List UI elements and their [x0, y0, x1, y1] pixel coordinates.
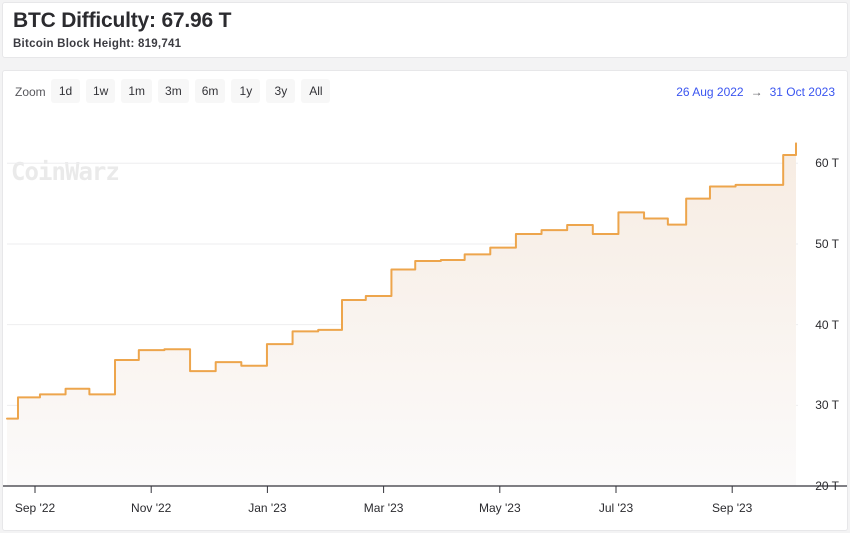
zoom-button-all[interactable]: All: [301, 79, 330, 103]
x-axis-tick-label: Nov '22: [131, 501, 171, 515]
x-axis-tick-label: Jan '23: [248, 501, 286, 515]
zoom-button-1w[interactable]: 1w: [86, 79, 115, 103]
y-axis-tick-label: 20 T: [815, 479, 839, 493]
x-axis-tick-label: May '23: [479, 501, 521, 515]
y-axis-tick-label: 30 T: [815, 398, 839, 412]
zoom-button-group: 1d1w1m3m6m1y3yAll: [51, 79, 330, 103]
zoom-button-6m[interactable]: 6m: [195, 79, 226, 103]
range-from-input[interactable]: 26 Aug 2022: [676, 85, 743, 99]
chart-card: Zoom 1d1w1m3m6m1y3yAll 26 Aug 2022 → 31 …: [2, 70, 848, 531]
arrow-right-icon: →: [751, 85, 763, 99]
y-axis-tick-label: 60 T: [815, 156, 839, 170]
chart-page: BTC Difficulty: 67.96 T Bitcoin Block He…: [0, 0, 850, 533]
zoom-label: Zoom: [15, 85, 46, 99]
date-range-inputs: 26 Aug 2022 → 31 Oct 2023: [676, 85, 835, 99]
summary-header-card: BTC Difficulty: 67.96 T Bitcoin Block He…: [2, 2, 848, 58]
x-axis-tick-label: Sep '22: [15, 501, 55, 515]
y-axis-tick-label: 40 T: [815, 318, 839, 332]
zoom-button-1y[interactable]: 1y: [231, 79, 260, 103]
range-selector: Zoom 1d1w1m3m6m1y3yAll 26 Aug 2022 → 31 …: [3, 71, 847, 115]
page-title: BTC Difficulty: 67.96 T: [13, 9, 231, 33]
plot-area[interactable]: CoinWarz 20 T30 T40 T50 T60 T Sep '22Nov…: [3, 115, 848, 531]
zoom-button-1m[interactable]: 1m: [121, 79, 152, 103]
x-axis-tick-label: Sep '23: [712, 501, 752, 515]
zoom-button-1d[interactable]: 1d: [51, 79, 80, 103]
y-axis-tick-label: 50 T: [815, 237, 839, 251]
x-axis-tick-label: Mar '23: [364, 501, 404, 515]
range-to-input[interactable]: 31 Oct 2023: [770, 85, 835, 99]
block-height-label: Bitcoin Block Height: 819,741: [13, 38, 181, 50]
zoom-button-3y[interactable]: 3y: [266, 79, 295, 103]
zoom-button-3m[interactable]: 3m: [158, 79, 189, 103]
difficulty-area-chart: [3, 115, 848, 531]
x-axis-tick-label: Jul '23: [599, 501, 633, 515]
